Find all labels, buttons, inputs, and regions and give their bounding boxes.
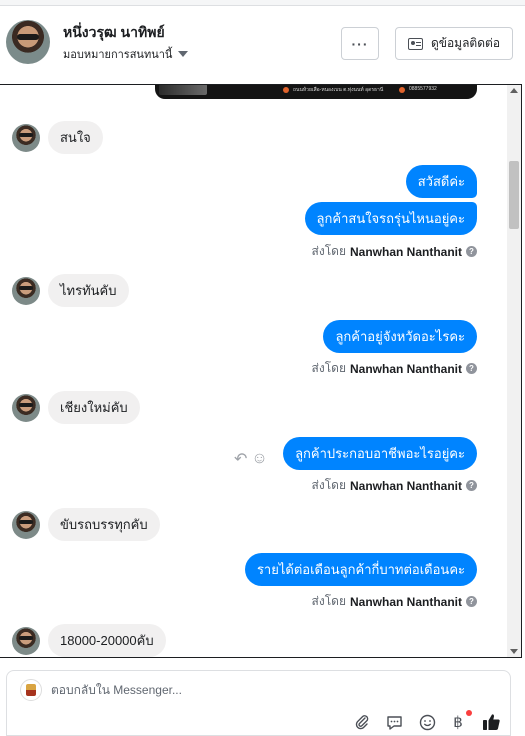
contact-avatar[interactable]	[6, 20, 50, 64]
sent-by-prefix: ส่งโดย	[311, 478, 346, 492]
sent-by-label: ส่งโดย Nanwhan Nanthanit ?	[312, 242, 477, 261]
incoming-message-row: เชียงใหม่คับ	[12, 391, 140, 424]
incoming-message[interactable]: เชียงใหม่คับ	[48, 391, 140, 424]
page-avatar	[20, 679, 42, 701]
incoming-message-row: ไทรทันคับ	[12, 274, 129, 307]
contact-name[interactable]: หนึ่งวรุฒ นาทิพย์	[63, 22, 165, 44]
help-icon[interactable]: ?	[466, 480, 477, 491]
message-actions: ↶ ☺	[234, 449, 268, 469]
contact-avatar[interactable]	[12, 276, 40, 305]
contact-avatar[interactable]	[12, 626, 40, 655]
sent-by-prefix: ส่งโดย	[311, 361, 346, 375]
outgoing-message[interactable]: รายได้ต่อเดือนลูกค้ากี่บาทต่อเดือนคะ	[244, 553, 477, 586]
smiley-icon[interactable]	[416, 711, 438, 733]
location-pin-icon	[283, 87, 289, 93]
banner-location: ถนนห้วยเสือ-หนองเบน ต.ทุ่งนนท์ อุดรธานี	[293, 87, 384, 93]
inbox-conversation-window: หนึ่งวรุฒ นาทิพย์ มอบหมายการสนทนานี้ ···…	[0, 0, 525, 736]
outgoing-message[interactable]: สวัสดีค่ะ	[405, 165, 477, 198]
phone-icon	[399, 87, 405, 93]
contact-avatar[interactable]	[12, 510, 40, 539]
outgoing-message[interactable]: ลูกค้าอยู่จังหวัดอะไรคะ	[323, 320, 477, 353]
chevron-down-icon	[178, 51, 189, 57]
incoming-message[interactable]: ขับรถบรรทุกคับ	[48, 508, 160, 541]
sent-by-agent: Nanwhan Nanthanit	[349, 244, 462, 259]
incoming-message-row: สนใจ	[12, 121, 103, 154]
banner-phone: 0885577932	[409, 86, 437, 92]
contact-avatar[interactable]	[12, 123, 40, 152]
assign-label: มอบหมายการสนทนานี้	[63, 49, 173, 61]
paperclip-icon[interactable]	[351, 711, 373, 733]
assign-conversation-dropdown[interactable]: มอบหมายการสนทนานี้	[63, 45, 189, 63]
message-thread[interactable]: ถนนห้วยเสือ-หนองเบน ต.ทุ่งนนท์ อุดรธานี …	[0, 84, 522, 658]
incoming-message[interactable]: สนใจ	[48, 121, 103, 154]
scroll-down-arrow-icon[interactable]	[510, 649, 518, 654]
help-icon[interactable]: ?	[466, 363, 477, 374]
smiley-react-icon[interactable]: ☺	[251, 450, 267, 468]
incoming-message-row: ขับรถบรรทุกคับ	[12, 508, 160, 541]
reply-icon[interactable]: ↶	[234, 449, 247, 469]
shared-image-banner[interactable]: ถนนห้วยเสือ-หนองเบน ต.ทุ่งนนท์ อุดรธานี …	[155, 85, 477, 99]
sent-by-prefix: ส่งโดย	[311, 594, 346, 608]
view-contact-info-button[interactable]: ดูข้อมูลติดต่อ	[395, 27, 513, 60]
help-icon[interactable]: ?	[466, 596, 477, 607]
message-composer: ฿	[6, 670, 511, 736]
incoming-message-row: 18000-20000คับ	[12, 624, 166, 657]
sent-by-agent: Nanwhan Nanthanit	[349, 594, 462, 609]
incoming-message[interactable]: ไทรทันคับ	[48, 274, 129, 307]
outgoing-message[interactable]: ลูกค้าประกอบอาชีพอะไรอยู่คะ	[283, 437, 477, 470]
sent-by-agent: Nanwhan Nanthanit	[349, 361, 462, 376]
sent-by-agent: Nanwhan Nanthanit	[349, 478, 462, 493]
thread-scrollbar[interactable]	[507, 85, 521, 657]
scroll-up-arrow-icon[interactable]	[510, 88, 518, 93]
scroll-thumb[interactable]	[509, 161, 519, 229]
sent-by-label: ส่งโดย Nanwhan Nanthanit ?	[312, 592, 477, 611]
more-options-button[interactable]: ···	[341, 27, 379, 60]
conversation-header: หนึ่งวรุฒ นาทิพย์ มอบหมายการสนทนานี้ ···…	[0, 6, 525, 84]
banner-logo	[159, 85, 207, 95]
contact-info-label: ดูข้อมูลติดต่อ	[430, 36, 501, 50]
sent-by-label: ส่งโดย Nanwhan Nanthanit ?	[312, 359, 477, 378]
thumbs-up-icon[interactable]	[480, 711, 502, 733]
chat-bubble-icon[interactable]	[383, 711, 405, 733]
contact-avatar[interactable]	[12, 393, 40, 422]
help-icon[interactable]: ?	[466, 246, 477, 257]
incoming-message[interactable]: 18000-20000คับ	[48, 624, 166, 657]
sent-by-label: ส่งโดย Nanwhan Nanthanit ?	[312, 476, 477, 495]
notification-dot	[466, 710, 472, 716]
outgoing-message[interactable]: ลูกค้าสนใจรถรุ่นไหนอยู่คะ	[304, 202, 477, 235]
sent-by-prefix: ส่งโดย	[311, 244, 346, 258]
contact-card-icon	[407, 37, 423, 50]
more-label: ···	[351, 35, 369, 52]
reply-input[interactable]	[51, 683, 351, 697]
